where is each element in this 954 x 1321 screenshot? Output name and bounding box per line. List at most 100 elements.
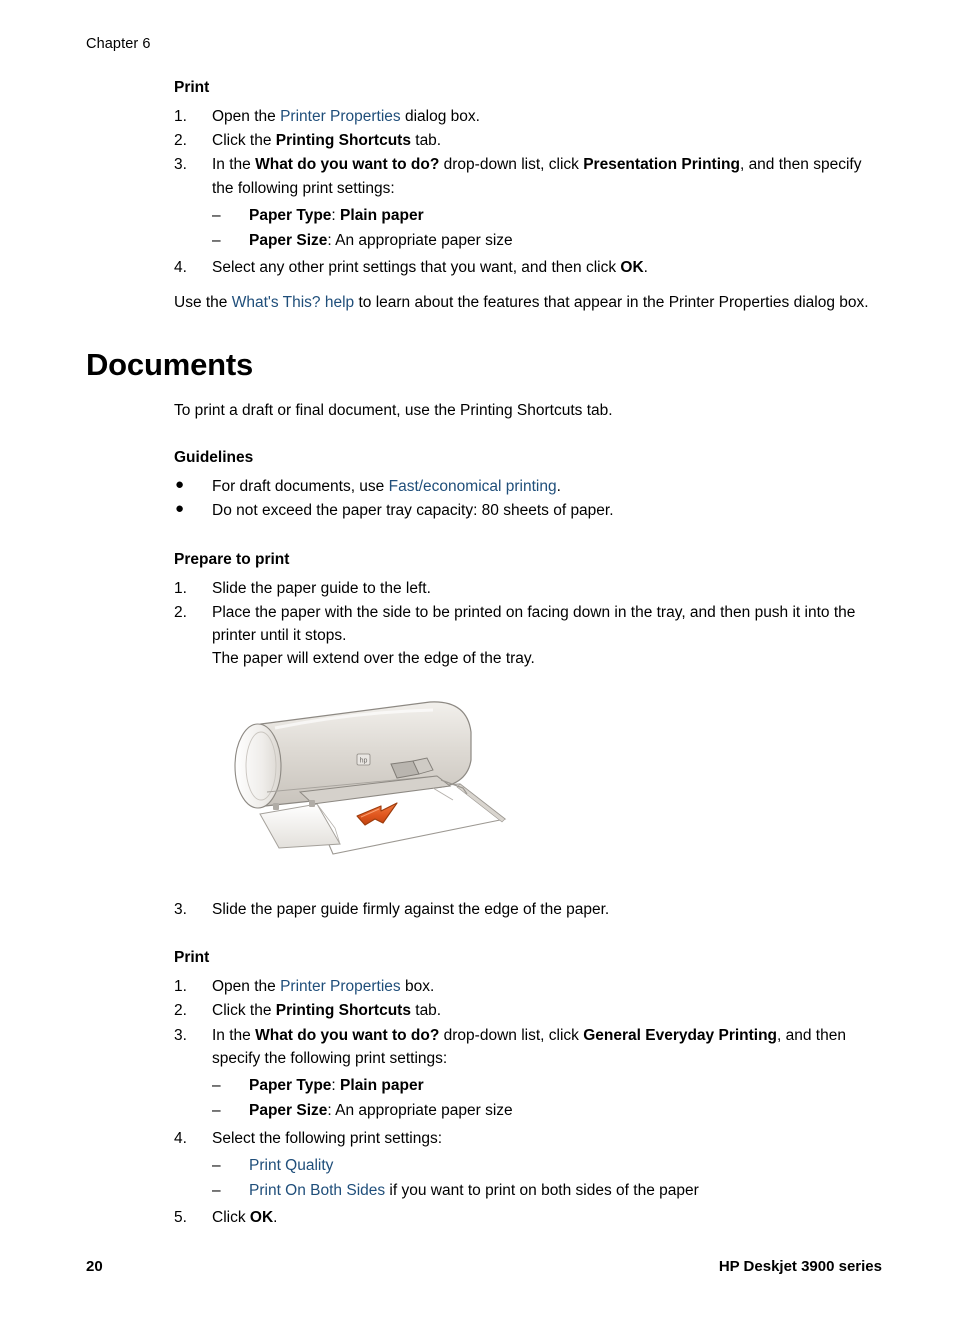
sub-settings-item: – Paper Size: An appropriate paper size bbox=[212, 229, 886, 252]
body-text: Open the bbox=[212, 978, 281, 996]
emphasis-text: Plain paper bbox=[340, 1077, 424, 1095]
prepare-to-print-step3-list: 3. Slide the paper guide firmly against t… bbox=[174, 898, 886, 921]
body-text: : bbox=[331, 206, 341, 224]
dash-marker: – bbox=[212, 1102, 221, 1120]
print-heading: Print bbox=[174, 79, 210, 96]
guidelines-heading: Guidelines bbox=[174, 449, 254, 467]
dash-marker: – bbox=[212, 206, 221, 224]
cross-reference-link[interactable]: Print Quality bbox=[249, 1157, 333, 1174]
emphasis-text: What do you want to do? bbox=[255, 156, 440, 174]
sub-settings-list: – Print Quality – Print On Both Sides if yo… bbox=[212, 1154, 886, 1203]
body-text: if you want to print on both sides of th… bbox=[385, 1182, 699, 1200]
guidelines-list: ● For draft documents, use Fast/economica… bbox=[174, 475, 886, 523]
step-number: 1. bbox=[174, 579, 187, 597]
body-text: . bbox=[273, 1209, 278, 1227]
step-number: 2. bbox=[174, 1002, 187, 1020]
step-item: 2. Click the Printing Shortcuts tab. bbox=[174, 999, 886, 1022]
step-number: 4. bbox=[174, 1129, 187, 1147]
body-text: Slide the paper guide firmly against the… bbox=[212, 901, 610, 918]
emphasis-text: What do you want to do? bbox=[255, 1026, 440, 1044]
body-text: Slide the paper guide to the left. bbox=[212, 579, 431, 597]
step-number: 3. bbox=[174, 901, 187, 918]
body-text: Select the following print settings: bbox=[212, 1129, 443, 1147]
documents-body: To print a draft or final document, use … bbox=[174, 399, 886, 671]
body-text: to learn about the features that appear … bbox=[354, 293, 869, 311]
emphasis-text: Paper Size bbox=[249, 232, 328, 250]
body-text: drop-down list, click bbox=[439, 1026, 584, 1044]
step-number: 4. bbox=[174, 259, 187, 277]
guideline-item: ● For draft documents, use Fast/economica… bbox=[174, 475, 886, 498]
step-item: 1. Slide the paper guide to the left. bbox=[174, 577, 886, 600]
printer-illustration: hp bbox=[205, 688, 555, 883]
section-title-documents: Documents bbox=[86, 346, 254, 382]
body-text: dialog box. bbox=[400, 107, 480, 125]
body-text: : An appropriate paper size bbox=[327, 1102, 513, 1120]
print-steps-list: 1. Open the Printer Properties dialog box… bbox=[174, 105, 886, 280]
guideline-item: ● Do not exceed the paper tray capacity: … bbox=[174, 499, 886, 522]
body-text: Click the bbox=[212, 1002, 276, 1020]
page-footer: 20 HP Deskjet 3900 series bbox=[86, 1258, 882, 1275]
body-text: : An appropriate paper size bbox=[327, 232, 513, 250]
step-item: 3. In the What do you want to do? drop-do… bbox=[174, 1024, 886, 1123]
emphasis-text: Paper Type bbox=[249, 206, 332, 224]
dash-marker: – bbox=[212, 1077, 221, 1095]
sub-settings-item: – Print On Both Sides if you want to prin… bbox=[212, 1179, 886, 1202]
step-number: 3. bbox=[174, 156, 187, 174]
body-text: . bbox=[643, 259, 648, 277]
step-item: 4. Select any other print settings that y… bbox=[174, 256, 886, 279]
sub-settings-item: – Paper Size: An appropriate paper size bbox=[212, 1099, 886, 1122]
cross-reference-link[interactable]: Printer Properties bbox=[280, 108, 401, 125]
footer-product-name: HP Deskjet 3900 series bbox=[718, 1258, 882, 1275]
body-text: For draft documents, use bbox=[212, 478, 389, 496]
body-text: The paper will extend over the edge of t… bbox=[212, 650, 535, 668]
body-text: Open the bbox=[212, 107, 281, 125]
page-content: Print 1. Open the Printer Properties dial… bbox=[86, 78, 886, 672]
section-presentation-print: Print 1. Open the Printer Properties dial… bbox=[174, 78, 886, 314]
step-number: 1. bbox=[174, 107, 187, 125]
step-item: 1. Open the Printer Properties box. bbox=[174, 975, 886, 998]
cross-reference-link[interactable]: Fast/economical printing bbox=[389, 478, 557, 495]
dash-marker: – bbox=[212, 1156, 221, 1174]
step-number: 2. bbox=[174, 603, 187, 621]
dash-marker: – bbox=[212, 1182, 221, 1200]
sub-settings-list: – Paper Type: Plain paper – Paper Size: An … bbox=[212, 1074, 886, 1123]
body-text: Do not exceed the paper tray capacity: 8… bbox=[212, 502, 614, 520]
emphasis-text: Paper Size bbox=[249, 1102, 328, 1120]
emphasis-text: OK bbox=[620, 259, 644, 277]
step-item: 2. Place the paper with the side to be pr… bbox=[174, 601, 886, 671]
body-text: Place the paper with the side to be prin… bbox=[212, 603, 856, 645]
body-text: tab. bbox=[410, 132, 442, 150]
documents-print-steps-list: 1. Open the Printer Properties box. 2. Clic… bbox=[174, 975, 886, 1230]
step-number: 5. bbox=[174, 1209, 187, 1227]
emphasis-text: Printing Shortcuts bbox=[275, 132, 411, 150]
document-page: Chapter 6 Print 1. Open the Printer Prope… bbox=[0, 0, 954, 1321]
step-item: 5. Click OK. bbox=[174, 1206, 886, 1229]
bullet-marker: ● bbox=[175, 500, 185, 518]
emphasis-text: General Everyday Printing bbox=[583, 1026, 778, 1044]
emphasis-text: Plain paper bbox=[340, 206, 424, 224]
prepare-to-print-heading: Prepare to print bbox=[174, 550, 290, 568]
body-text: In the bbox=[212, 156, 256, 174]
bullet-marker: ● bbox=[175, 476, 185, 494]
body-text: Select any other print settings that you… bbox=[212, 259, 621, 277]
cross-reference-link[interactable]: Print On Both Sides bbox=[249, 1182, 385, 1199]
cross-reference-link[interactable]: What's This? help bbox=[232, 294, 354, 311]
cross-reference-link[interactable]: Printer Properties bbox=[280, 978, 401, 995]
whats-this-paragraph: Use the What's This? help to learn about… bbox=[174, 291, 886, 314]
body-text: Use the bbox=[174, 293, 232, 311]
emphasis-text: Paper Type bbox=[249, 1077, 332, 1095]
sub-settings-item: – Print Quality bbox=[212, 1154, 886, 1177]
prepare-to-print-steps-list: 1. Slide the paper guide to the left. 2. Pl… bbox=[174, 577, 886, 671]
body-text: tab. bbox=[410, 1002, 442, 1020]
step-number: 2. bbox=[174, 132, 187, 150]
sub-settings-item: – Paper Type: Plain paper bbox=[212, 1074, 886, 1097]
body-text: Click bbox=[212, 1209, 250, 1227]
body-text: . bbox=[556, 478, 561, 496]
step-item: 3. Slide the paper guide firmly against t… bbox=[174, 898, 886, 921]
emphasis-text: Printing Shortcuts bbox=[275, 1002, 411, 1020]
